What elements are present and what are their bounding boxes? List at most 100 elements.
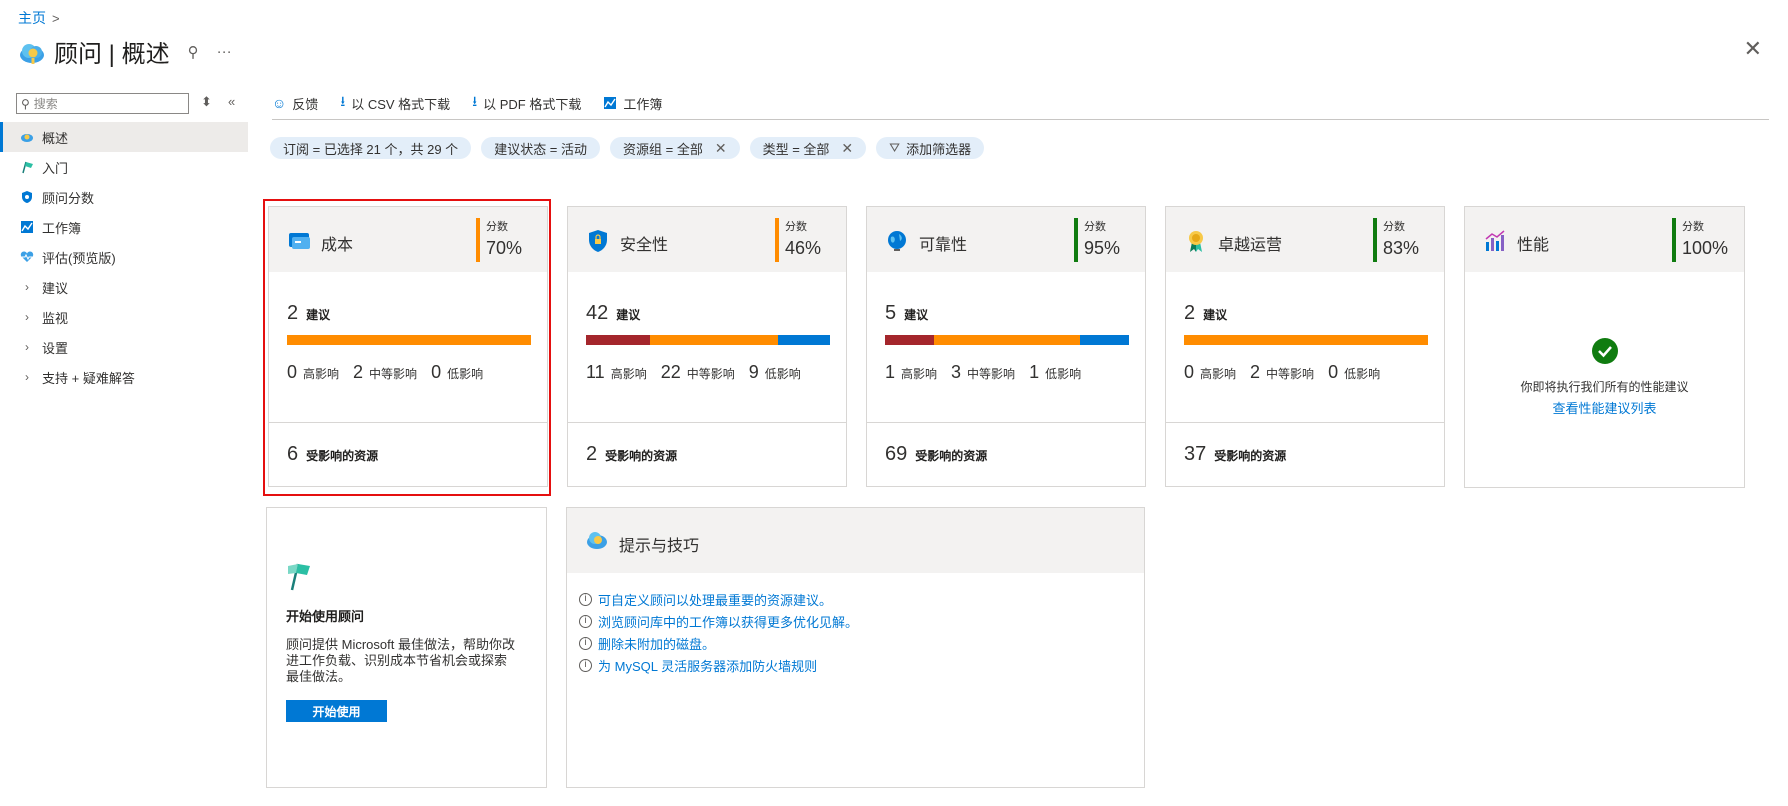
page-title: 顾问 | 概述 — [54, 41, 170, 68]
sidebar-item-recommendations[interactable]: › 建议 — [0, 272, 248, 302]
rec-count: 5 — [885, 302, 897, 324]
remove-filter-icon[interactable]: ✕ — [841, 140, 853, 157]
selection-highlight — [263, 199, 551, 496]
impact-bar — [885, 335, 1129, 345]
filter-pill-resource-group[interactable]: 资源组 = 全部 ✕ — [610, 137, 740, 159]
low-impact-count: 1 — [1029, 362, 1040, 382]
tip-link[interactable]: 可自定义顾问以处理最重要的资源建议。 — [598, 590, 832, 609]
filter-label: 类型 = 全部 — [762, 141, 830, 157]
low-impact-label: 低影响 — [1045, 367, 1082, 381]
impact-bar-medium — [933, 335, 1081, 345]
score-block: 分数 95% — [1074, 218, 1120, 262]
workbook-button[interactable]: 工作簿 — [603, 90, 662, 116]
tip-item[interactable]: i 为 MySQL 灵活服务器添加防火墙规则 — [579, 654, 858, 676]
add-filter-button[interactable]: ⛛ 添加筛选器 — [876, 137, 985, 159]
score-label: 分数 — [1383, 221, 1405, 233]
filter-icon: ⛛ — [889, 140, 901, 155]
sidebar-item-getting-started[interactable]: 入门 — [0, 152, 248, 182]
sidebar-item-assessments[interactable]: 评估(预览版) — [0, 242, 248, 272]
affected-count: 69 — [885, 443, 908, 465]
card-title: 性能 — [1517, 237, 1550, 254]
workbook-icon — [21, 221, 33, 233]
card-title: 卓越运营 — [1218, 237, 1283, 254]
download-icon: ⭳ — [472, 93, 478, 109]
get-started-button[interactable]: 开始使用 — [286, 700, 387, 722]
heart-pulse-icon — [20, 251, 34, 262]
download-icon: ⭳ — [340, 93, 346, 109]
sidebar-item-settings[interactable]: › 设置 — [0, 332, 248, 362]
sidebar-item-monitoring[interactable]: › 监视 — [0, 302, 248, 332]
impact-bar-medium — [649, 335, 778, 345]
filter-label: 订阅 = 已选择 21 个，共 29 个 — [283, 141, 459, 157]
tip-link[interactable]: 为 MySQL 灵活服务器添加防火墙规则 — [598, 656, 817, 675]
breadcrumb: 主页 > — [18, 8, 60, 28]
card-title: 可靠性 — [919, 237, 968, 254]
impact-bar — [1184, 335, 1428, 345]
sidebar-item-label: 支持 + 疑难解答 — [42, 370, 135, 386]
affected-count: 2 — [586, 443, 598, 465]
sort-icon[interactable]: ⬍ — [201, 94, 212, 110]
toolbar: ☺ 反馈 ⭳ 以 CSV 格式下载 ⭳ 以 PDF 格式下载 工作簿 — [272, 90, 1769, 120]
download-pdf-button[interactable]: ⭳ 以 PDF 格式下载 — [472, 90, 581, 116]
filter-pill-subscription[interactable]: 订阅 = 已选择 21 个，共 29 个 — [270, 137, 472, 159]
chevron-right-icon: › — [25, 340, 29, 354]
tip-item[interactable]: i 删除未附加的磁盘。 — [579, 632, 858, 654]
feedback-button[interactable]: ☺ 反馈 — [272, 90, 318, 116]
category-card-security[interactable]: 安全性 分数 46% 42 建议 11 高影响 22 中等影响 9 低影响 2 受影响… — [567, 206, 847, 487]
affected-label: 受影响的资源 — [915, 449, 988, 463]
score-label: 分数 — [785, 221, 807, 233]
sidebar-item-workbooks[interactable]: 工作簿 — [0, 212, 248, 242]
tip-link[interactable]: 删除未附加的磁盘。 — [598, 634, 715, 653]
advisor-cloud-icon — [587, 532, 607, 549]
sidebar-search-input[interactable]: ⚲ 搜索 — [16, 93, 189, 114]
score-value: 46% — [785, 238, 822, 258]
advisor-cloud-icon — [20, 43, 44, 64]
card-footer: 37 受影响的资源 — [1166, 422, 1444, 486]
rec-label: 建议 — [904, 308, 929, 322]
pin-icon[interactable]: ⚲ — [188, 43, 199, 61]
close-icon[interactable]: ✕ — [1744, 36, 1762, 62]
info-icon: i — [579, 614, 592, 628]
category-card-performance[interactable]: 性能 分数 100% 你即将执行我们所有的性能建议 查看性能建议列表 — [1464, 206, 1745, 488]
sidebar-item-label: 评估(预览版) — [42, 250, 116, 266]
score-bar — [775, 218, 779, 262]
impact-breakdown: 1 高影响 3 中等影响 1 低影响 — [885, 362, 1095, 383]
filter-pill-status[interactable]: 建议状态 = 活动 — [481, 137, 601, 159]
sidebar-item-support[interactable]: › 支持 + 疑难解答 — [0, 362, 248, 392]
remove-filter-icon[interactable]: ✕ — [715, 140, 727, 157]
download-csv-button[interactable]: ⭳ 以 CSV 格式下载 — [340, 90, 450, 116]
score-bar — [1672, 218, 1676, 262]
impact-bar-high — [885, 335, 934, 345]
view-performance-recommendations-link[interactable]: 查看性能建议列表 — [1465, 398, 1744, 417]
tip-item[interactable]: i 可自定义顾问以处理最重要的资源建议。 — [579, 588, 858, 610]
collapse-sidebar-icon[interactable]: « — [228, 94, 235, 109]
sidebar-item-label: 设置 — [42, 340, 69, 356]
rec-count: 42 — [586, 302, 609, 324]
card-header: 卓越运营 分数 83% — [1166, 207, 1444, 272]
all-done-text: 你即将执行我们所有的性能建议 — [1520, 380, 1689, 394]
category-card-operational-excellence[interactable]: 卓越运营 分数 83% 2 建议 0 高影响 2 中等影响 0 低影响 37 受影响的… — [1165, 206, 1445, 487]
award-ribbon-icon — [1189, 231, 1203, 252]
info-icon: i — [579, 592, 592, 606]
high-impact-label: 高影响 — [901, 367, 938, 381]
breadcrumb-home[interactable]: 主页 — [18, 8, 46, 28]
sidebar-item-overview[interactable]: 概述 — [0, 122, 248, 152]
get-started-card: 开始使用顾问 顾问提供 Microsoft 最佳做法，帮助你改进工作负载、识别成… — [266, 507, 547, 788]
category-card-reliability[interactable]: 可靠性 分数 95% 5 建议 1 高影响 3 中等影响 1 低影响 69 受影响的资… — [866, 206, 1146, 487]
check-circle-icon — [1591, 338, 1618, 364]
search-placeholder: 搜索 — [33, 97, 58, 111]
impact-bar-medium — [1184, 335, 1428, 345]
sidebar-item-advisor-score[interactable]: 顾问分数 — [0, 182, 248, 212]
chevron-right-icon: › — [25, 280, 29, 294]
score-label: 分数 — [1084, 221, 1106, 233]
tip-link[interactable]: 浏览顾问库中的工作簿以获得更多优化见解。 — [598, 612, 858, 631]
score-label: 分数 — [1682, 221, 1704, 233]
score-bar — [1373, 218, 1377, 262]
recommendation-count: 2 建议 — [1184, 302, 1227, 325]
low-impact-count: 0 — [1328, 362, 1339, 382]
sidebar-item-label: 监视 — [42, 310, 69, 326]
tip-item[interactable]: i 浏览顾问库中的工作簿以获得更多优化见解。 — [579, 610, 858, 632]
flag-icon — [288, 563, 310, 591]
more-options-icon[interactable]: ··· — [217, 43, 232, 60]
filter-pill-type[interactable]: 类型 = 全部 ✕ — [749, 137, 867, 159]
